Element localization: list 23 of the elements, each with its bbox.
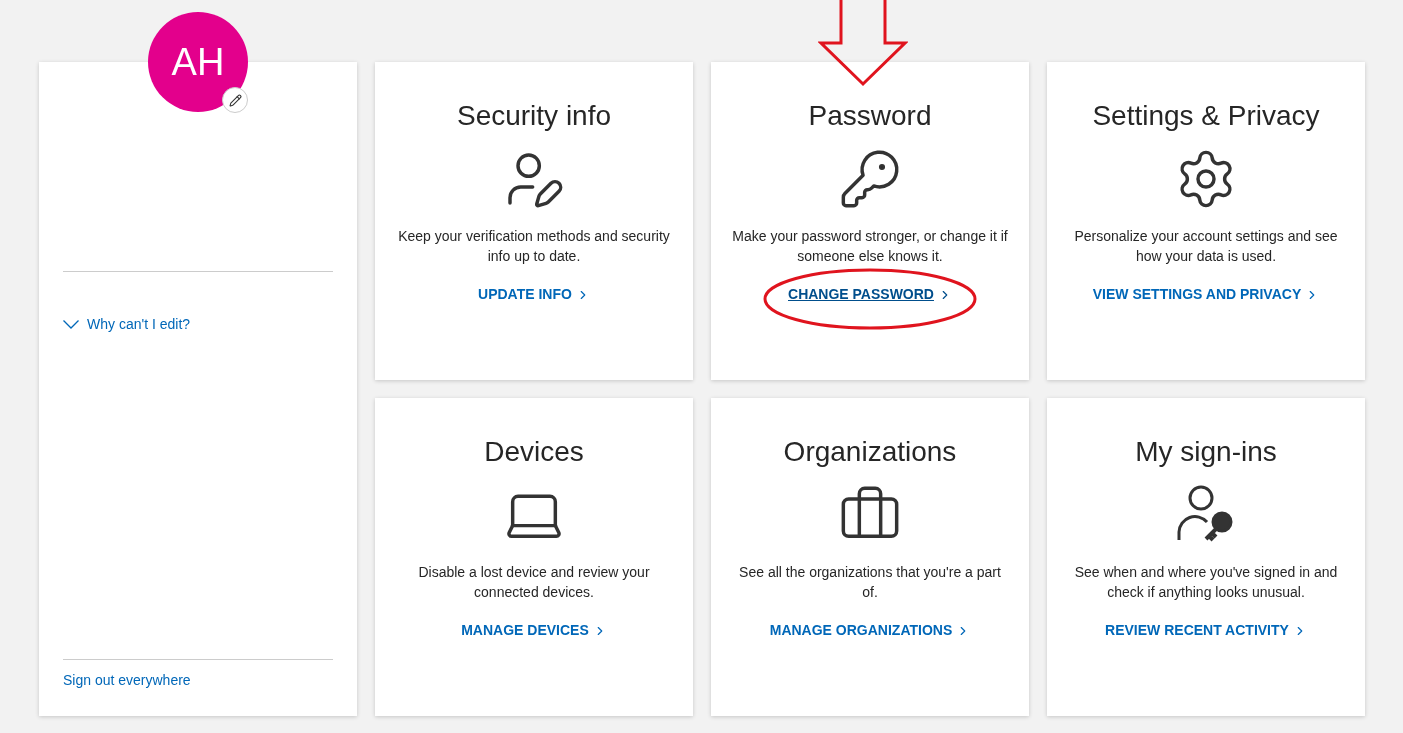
tile-description: See all the organizations that you're a part of. [738,563,1002,602]
tile-description: Make your password stronger, or change it if someone else knows it. [731,227,1009,266]
tile-title: Password [808,99,932,133]
why-cant-i-edit-link[interactable]: Why can't I edit? [63,314,191,335]
tile-title: Organizations [783,435,957,469]
tile-description: Keep your verification methods and security info up to date. [397,227,671,266]
tile-title: Devices [484,435,584,469]
tile-link[interactable]: MANAGE DEVICES [461,620,607,641]
tile-link[interactable]: REVIEW RECENT ACTIVITY [1105,620,1307,641]
tile-link[interactable]: UPDATE INFO [478,284,590,305]
tile-link[interactable]: MANAGE ORGANIZATIONS [769,620,971,641]
chevron-down-icon [63,320,79,329]
sign-out-everywhere-link[interactable]: Sign out everywhere [63,670,191,691]
tile-description: See when and where you've signed in and check if anything looks unusual. [1073,563,1339,602]
tile-description: Personalize your account settings and see how your data is used. [1073,227,1339,266]
tile-link[interactable]: VIEW SETTINGS AND PRIVACY [1092,284,1320,305]
pencil-icon [228,93,242,107]
tile-title: Settings & Privacy [1092,99,1320,133]
tile-title: My sign-ins [1135,435,1277,469]
avatar: AH [148,12,248,112]
tile-description: Disable a lost device and review your connected devices. [417,563,651,602]
tile-title: Security info [456,99,612,133]
edit-avatar-button[interactable] [222,87,248,113]
